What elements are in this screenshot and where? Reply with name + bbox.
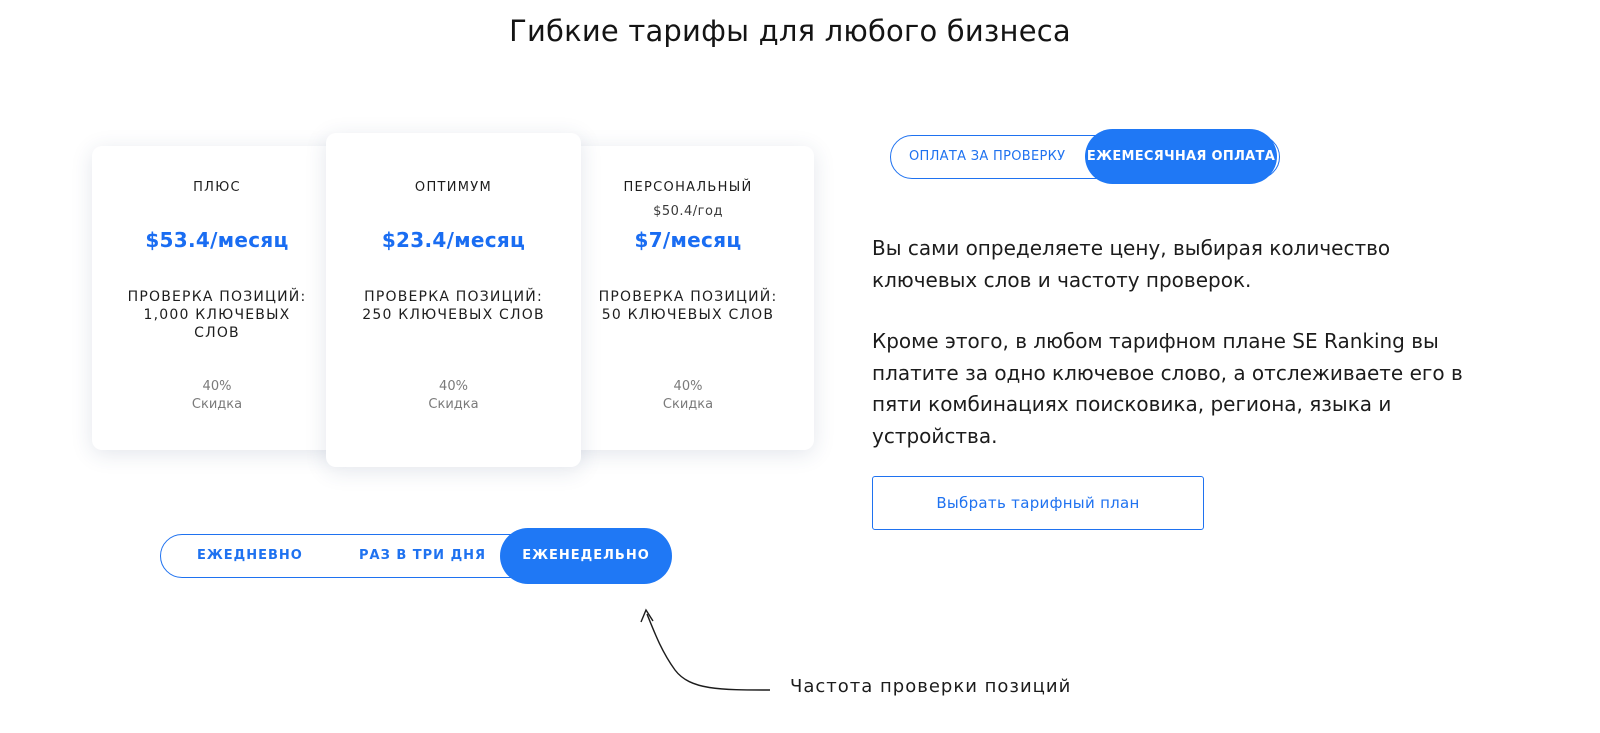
plan-yearly-price: $50.4/год	[653, 204, 723, 219]
plan-discount-label: Скидка	[662, 397, 714, 412]
plan-price: $23.4/месяц	[381, 228, 526, 252]
plan-feature: ПРОВЕРКА ПОЗИЦИЙ: 1,000 КЛЮЧЕВЫХ СЛОВ	[127, 289, 307, 341]
plan-name: ПЛЮС	[193, 180, 241, 195]
annotation-label: Частота проверки позиций	[790, 676, 1072, 697]
plan-price: $53.4/месяц	[145, 228, 289, 252]
plan-price: $7/месяц	[634, 228, 742, 252]
plan-discount-value: 40%	[439, 379, 468, 394]
plan-card-plus[interactable]: ПЛЮС $53.4/месяц ПРОВЕРКА ПОЗИЦИЙ: 1,000…	[92, 146, 342, 450]
plan-card-personal[interactable]: ПЕРСОНАЛЬНЫЙ $50.4/год $7/месяц ПРОВЕРКА…	[562, 146, 814, 450]
pricing-page: Гибкие тарифы для любого бизнеса ПЛЮС $5…	[0, 0, 1600, 733]
plan-discount-value: 40%	[202, 379, 232, 394]
plan-name: ОПТИМУМ	[414, 180, 493, 195]
plan-discount-label: Скидка	[428, 397, 479, 412]
plan-name: ПЕРСОНАЛЬНЫЙ	[623, 180, 753, 195]
plan-discount-label: Скидка	[191, 397, 243, 412]
plan-feature: ПРОВЕРКА ПОЗИЦИЙ: 50 КЛЮЧЕВЫХ СЛОВ	[598, 289, 778, 323]
plan-card-optimum[interactable]: ОПТИМУМ $23.4/месяц ПРОВЕРКА ПОЗИЦИЙ: 25…	[326, 133, 581, 467]
plan-feature: ПРОВЕРКА ПОЗИЦИЙ: 250 КЛЮЧЕВЫХ СЛОВ	[362, 289, 545, 323]
plan-discount-value: 40%	[673, 379, 703, 394]
